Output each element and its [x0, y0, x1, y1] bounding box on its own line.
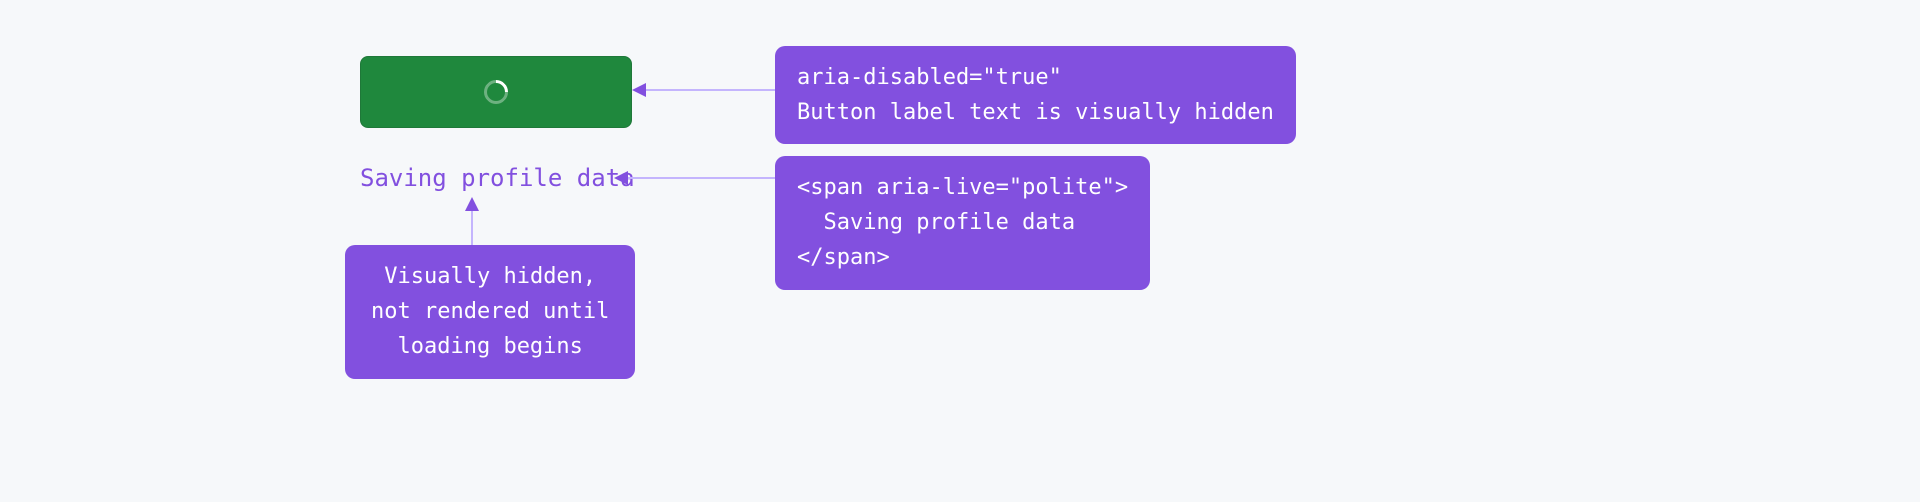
- callout-aria-disabled: aria-disabled="true" Button label text i…: [775, 46, 1296, 144]
- diagram-canvas: Saving profile data aria-disabled="true"…: [0, 0, 1920, 502]
- callout-line: aria-disabled="true": [797, 60, 1274, 95]
- arrow-icon: [614, 168, 775, 188]
- callout-line: Visually hidden,: [371, 259, 609, 294]
- callout-aria-live: <span aria-live="polite"> Saving profile…: [775, 156, 1150, 290]
- loading-button[interactable]: [360, 56, 632, 128]
- spinner-icon: [479, 75, 513, 109]
- callout-visually-hidden: Visually hidden, not rendered until load…: [345, 245, 635, 379]
- arrow-icon: [462, 197, 482, 245]
- callout-line: loading begins: [371, 329, 609, 364]
- arrow-icon: [632, 80, 775, 100]
- status-text: Saving profile data: [360, 164, 635, 192]
- callout-line: Button label text is visually hidden: [797, 95, 1274, 130]
- callout-line: not rendered until: [371, 294, 609, 329]
